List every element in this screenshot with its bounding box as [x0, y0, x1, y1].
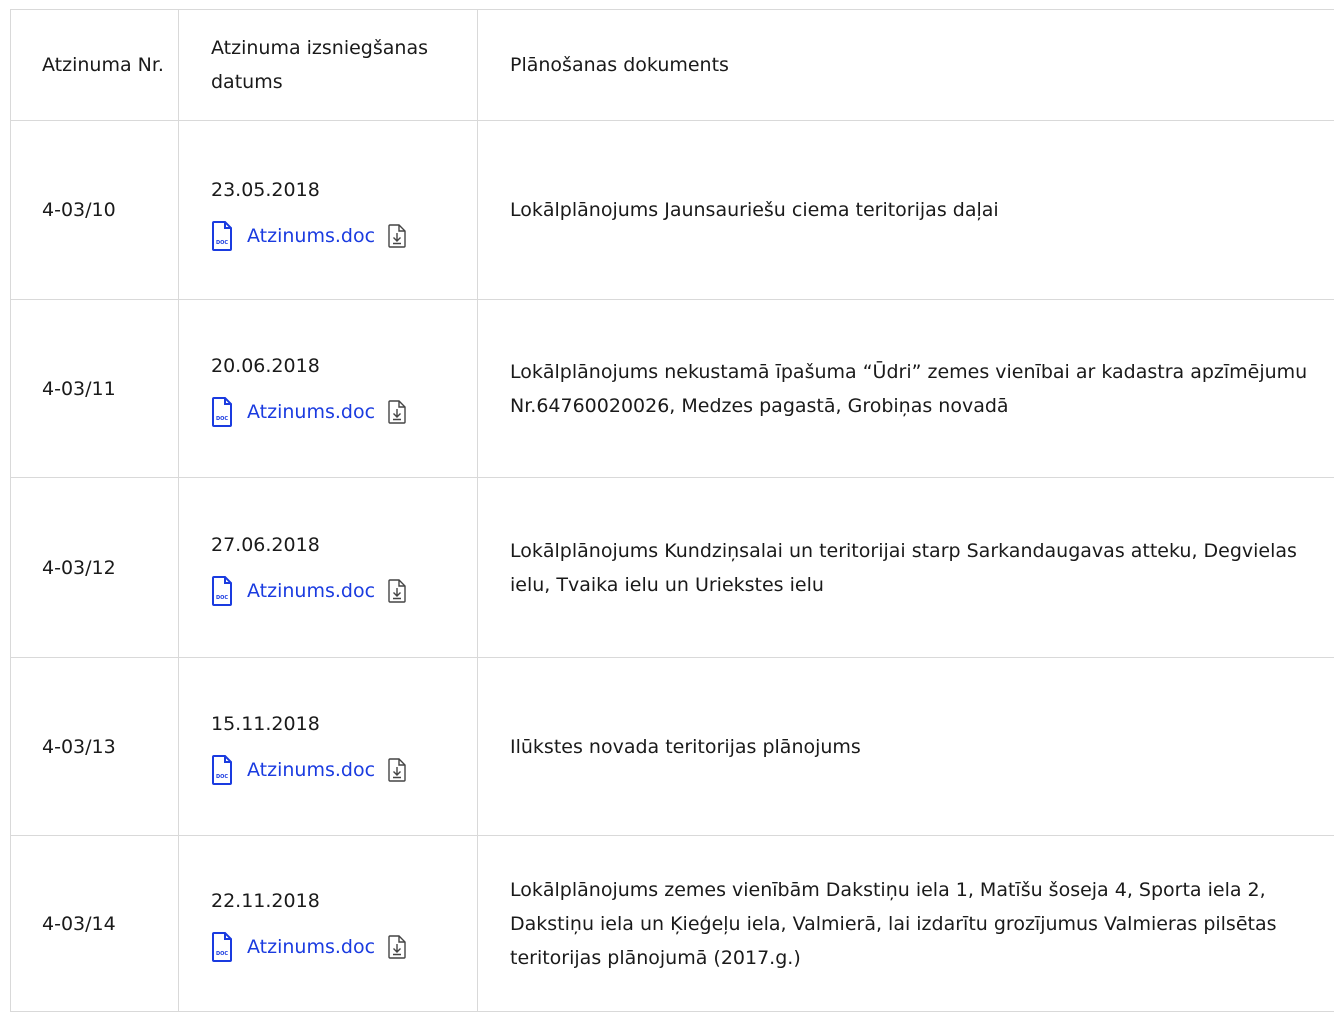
download-link[interactable]: Atzinums.doc [247, 574, 375, 608]
table-row: 4-03/14 22.11.2018 DOC Atzinums.doc Lokā… [11, 836, 1334, 1012]
table-row: 4-03/10 23.05.2018 DOC Atzinums.doc Lokā… [11, 121, 1334, 300]
planning-document: Ilūkstes novada teritorijas plānojums [478, 658, 1334, 835]
download-icon[interactable] [387, 578, 407, 603]
opinion-number: 4-03/13 [11, 658, 179, 835]
issue-date: 15.11.2018 [211, 712, 320, 735]
header-document: Plānošanas dokuments [478, 10, 1334, 120]
download-icon[interactable] [387, 224, 407, 248]
header-number: Atzinuma Nr. [11, 10, 179, 120]
doc-file-icon: DOC [212, 754, 232, 785]
date-cell: 22.11.2018 DOC Atzinums.doc [179, 836, 478, 1011]
issue-date: 23.05.2018 [211, 179, 320, 201]
download-icon[interactable] [387, 757, 407, 782]
download-link[interactable]: Atzinums.doc [247, 395, 375, 429]
date-cell: 27.06.2018 DOC Atzinums.doc [179, 478, 478, 657]
planning-document: Lokālplānojums zemes vienībām Dakstiņu i… [478, 836, 1334, 1011]
table-row: 4-03/12 27.06.2018 DOC Atzinums.doc Lokā… [11, 478, 1334, 658]
svg-text:DOC: DOC [216, 240, 228, 246]
download-link[interactable]: Atzinums.doc [247, 219, 375, 253]
doc-file-icon: DOC [212, 221, 232, 251]
download-link[interactable]: Atzinums.doc [247, 930, 375, 964]
table-header-row: Atzinuma Nr. Atzinuma izsniegšanas datum… [11, 10, 1334, 121]
download-icon[interactable] [387, 934, 407, 959]
doc-file-icon: DOC [212, 396, 232, 427]
planning-document: Lokālplānojums Kundziņsalai un teritorij… [478, 478, 1334, 657]
issue-date: 20.06.2018 [211, 354, 320, 377]
date-cell: 23.05.2018 DOC Atzinums.doc [179, 121, 478, 299]
issue-date: 27.06.2018 [211, 533, 320, 556]
doc-file-icon: DOC [212, 931, 232, 962]
download-link[interactable]: Atzinums.doc [247, 753, 375, 787]
svg-text:DOC: DOC [216, 951, 228, 957]
date-cell: 15.11.2018 DOC Atzinums.doc [179, 658, 478, 835]
issue-date: 22.11.2018 [211, 889, 320, 912]
planning-document: Lokālplānojums Jaunsauriešu ciema terito… [478, 121, 1334, 299]
table-row: 4-03/13 15.11.2018 DOC Atzinums.doc Ilūk… [11, 658, 1334, 836]
download-icon[interactable] [387, 399, 407, 424]
svg-text:DOC: DOC [216, 774, 228, 780]
doc-file-icon: DOC [212, 575, 232, 606]
planning-document: Lokālplānojums nekustamā īpašuma “Ūdri” … [478, 300, 1334, 477]
svg-text:DOC: DOC [216, 416, 228, 422]
svg-text:DOC: DOC [216, 595, 228, 601]
opinions-table: Atzinuma Nr. Atzinuma izsniegšanas datum… [10, 9, 1334, 1012]
header-date: Atzinuma izsniegšanas datums [179, 10, 478, 120]
opinion-number: 4-03/11 [11, 300, 179, 477]
opinion-number: 4-03/14 [11, 836, 179, 1011]
date-cell: 20.06.2018 DOC Atzinums.doc [179, 300, 478, 477]
opinion-number: 4-03/12 [11, 478, 179, 657]
opinion-number: 4-03/10 [11, 121, 179, 299]
table-row: 4-03/11 20.06.2018 DOC Atzinums.doc Lokā… [11, 300, 1334, 478]
